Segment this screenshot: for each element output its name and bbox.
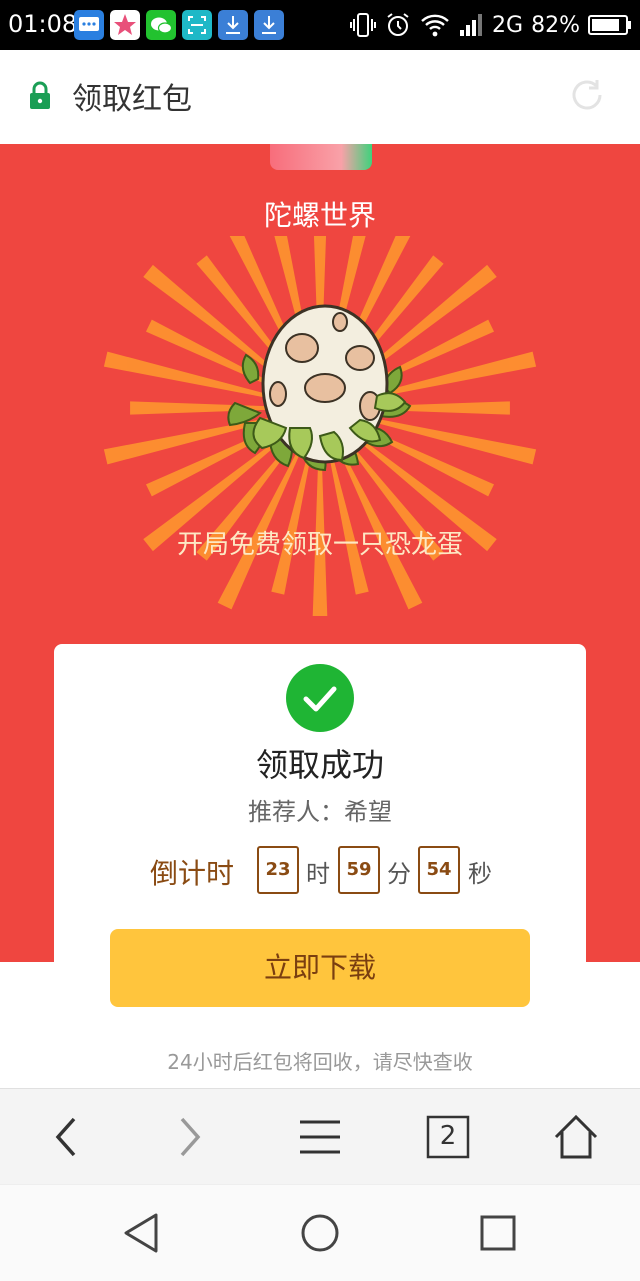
status-right: 2G 82%	[350, 8, 632, 42]
download-notification-icon-2	[254, 10, 284, 40]
forward-icon[interactable]	[142, 1089, 242, 1185]
download-button[interactable]: 立即下载	[110, 929, 530, 1007]
home-icon[interactable]	[526, 1089, 626, 1185]
success-check-icon	[286, 664, 354, 732]
network-type: 2G	[492, 12, 524, 38]
battery-percent: 82%	[531, 12, 580, 38]
success-heading: 领取成功	[255, 746, 384, 784]
signal-icon	[460, 14, 483, 36]
alarm-icon	[387, 13, 409, 36]
status-bar: 01:08 2G 82%	[0, 0, 640, 50]
app-name: 陀螺世界	[263, 199, 376, 232]
scanner-notification-icon	[182, 10, 212, 40]
nav-home-icon[interactable]	[270, 1185, 370, 1281]
referrer-text: 推荐人：希望	[248, 798, 392, 826]
system-navigation-bar	[0, 1184, 640, 1281]
tabs-button[interactable]: 2	[398, 1089, 498, 1185]
lock-icon	[30, 81, 50, 109]
nav-recents-icon[interactable]	[448, 1185, 548, 1281]
nav-back-icon[interactable]	[92, 1185, 192, 1281]
vibrate-icon	[350, 13, 377, 37]
message-notification-icon	[74, 10, 104, 40]
app-thumbnail	[270, 144, 372, 170]
expiry-notice: 24小时后红包将回收，请尽快查收	[167, 1050, 473, 1074]
hero-tagline: 开局免费领取一只恐龙蛋	[176, 530, 463, 560]
app-store-notification-icon	[110, 10, 140, 40]
status-time: 01:08	[8, 10, 78, 38]
menu-icon[interactable]	[270, 1089, 370, 1185]
countdown-hours: 23	[257, 846, 299, 894]
countdown-minutes-unit: 分	[387, 860, 411, 888]
countdown-label: 倒计时	[150, 857, 235, 890]
wifi-icon	[421, 14, 449, 37]
countdown-hours-unit: 时	[306, 860, 330, 888]
back-icon[interactable]	[14, 1089, 114, 1185]
browser-toolbar: 2	[0, 1088, 640, 1185]
countdown-seconds-unit: 秒	[468, 860, 492, 888]
countdown-seconds: 54	[418, 846, 460, 894]
tab-count: 2	[439, 1121, 457, 1151]
download-notification-icon	[218, 10, 248, 40]
page-title[interactable]: 领取红包	[72, 74, 192, 118]
countdown-minutes: 59	[338, 846, 380, 894]
reload-icon[interactable]	[564, 72, 610, 118]
dinosaur-egg-image	[227, 304, 412, 472]
battery-icon	[588, 15, 631, 35]
wechat-notification-icon	[146, 10, 176, 40]
browser-address-bar: 领取红包	[0, 50, 640, 145]
